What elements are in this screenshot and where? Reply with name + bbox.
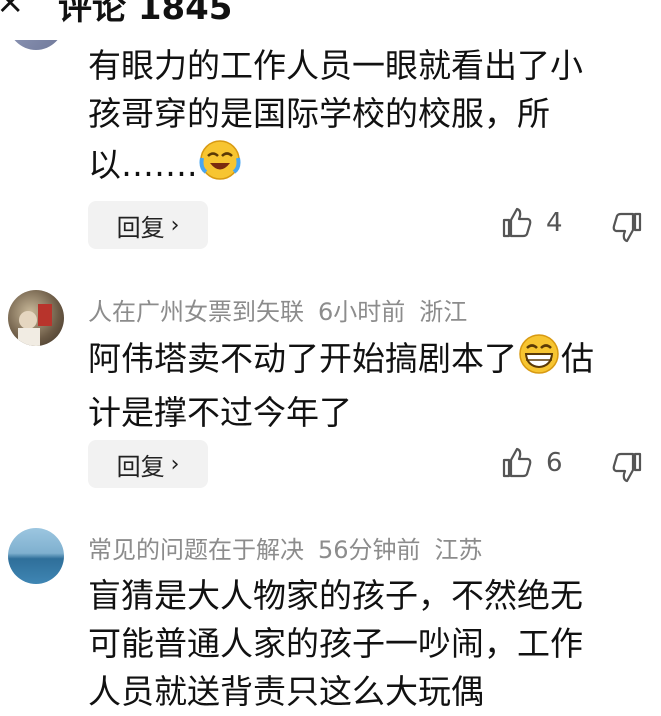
comment-location: 浙江 (419, 298, 468, 326)
like-count: 4 (546, 208, 563, 238)
thumbs-down-icon (612, 212, 642, 243)
reply-button[interactable]: 回复 › (88, 440, 208, 488)
comment-time: 56分钟前 (318, 536, 421, 564)
comment-meta: 人在广州女票到矢联 6小时前 浙江 (88, 292, 481, 327)
dislike-button[interactable] (610, 450, 644, 488)
avatar[interactable] (8, 290, 64, 346)
comments-title: 评论 1845 (58, 0, 233, 28)
comments-header: × 评论 1845 (0, 0, 661, 40)
like-button[interactable]: 4 (500, 206, 563, 240)
comment-meta: 常见的问题在于解决 56分钟前 江苏 (88, 530, 497, 565)
dislike-button[interactable] (610, 210, 644, 248)
thumbs-down-icon (612, 452, 642, 483)
username[interactable]: 人在广州女票到矢联 (88, 298, 304, 326)
grinning-emoji-icon (517, 332, 561, 389)
like-count: 6 (546, 448, 563, 478)
crying-laughing-emoji-icon (198, 138, 242, 195)
comment-text: 有眼力的工作人员一眼就看出了小 孩哥穿的是国际学校的校服，所 以……. (88, 42, 636, 195)
comment-time: 6小时前 (318, 298, 406, 326)
chevron-right-icon: › (170, 212, 180, 238)
comment-text: 盲猜是大人物家的孩子，不然绝无 可能普通人家的孩子一吵闹，工作 人员就送背责只这… (88, 576, 583, 711)
close-icon[interactable]: × (0, 0, 25, 22)
comment-text: 阿伟塔卖不动了开始搞剧本了 估 计是撑不过今年了 (88, 332, 636, 437)
chevron-right-icon: › (170, 451, 180, 477)
username[interactable]: 常见的问题在于解决 (88, 536, 304, 564)
comment-location: 江苏 (434, 536, 483, 564)
like-button[interactable]: 6 (500, 446, 563, 480)
thumbs-up-icon (502, 207, 532, 238)
reply-button[interactable]: 回复 › (88, 201, 208, 249)
thumbs-up-icon (502, 447, 532, 478)
avatar[interactable] (8, 528, 64, 584)
